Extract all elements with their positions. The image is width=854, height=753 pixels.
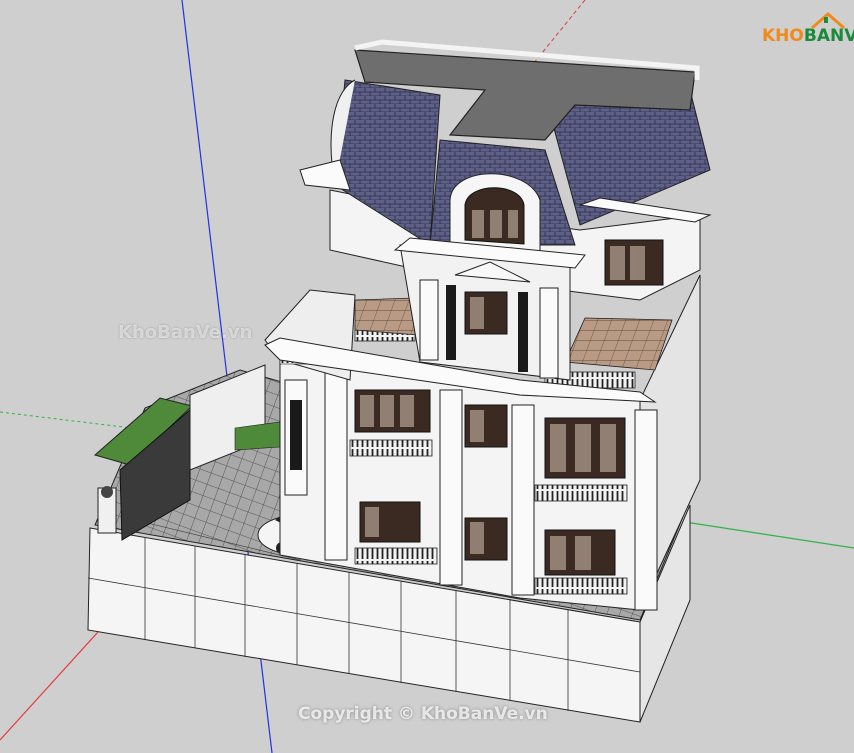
3d-model-render (0, 0, 854, 753)
logo-text-part2: BANVE (803, 26, 854, 46)
red-axis-lower (0, 631, 99, 741)
upper-column-left (419, 279, 439, 361)
gate-lamp (101, 486, 113, 498)
logo: KHOBANVE (762, 26, 854, 46)
upper-column-dark-2 (518, 292, 528, 372)
dark-column-shaft (290, 400, 302, 470)
terrace-left (354, 297, 419, 336)
watermark-bottom: Copyright © KhoBanVe.vn (298, 704, 548, 724)
green-axis-right (684, 521, 854, 549)
upper-column-dark (446, 285, 456, 360)
upper-column-right (539, 287, 559, 379)
terrace-right (564, 317, 673, 371)
watermark-middle: KhoBanVe.vn (118, 322, 253, 343)
logo-text-part1: KHO (762, 26, 804, 46)
